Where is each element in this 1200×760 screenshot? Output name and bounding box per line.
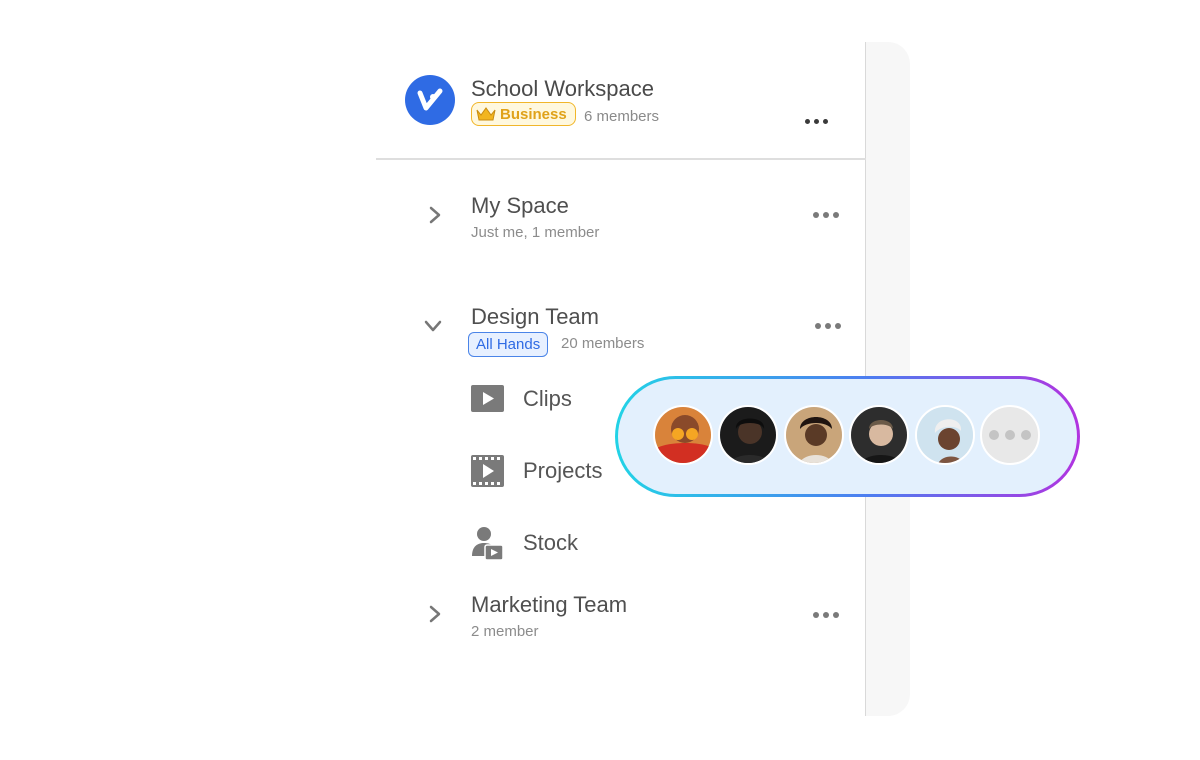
space-title-my-space[interactable]: My Space (471, 193, 569, 219)
space-subtitle-design-team: 20 members (561, 335, 645, 352)
avatar-4[interactable] (849, 405, 909, 465)
stock-item[interactable]: Stock (523, 530, 578, 556)
space-title-marketing-team[interactable]: Marketing Team (471, 592, 627, 618)
all-hands-badge: All Hands (468, 332, 549, 357)
header-divider (376, 158, 866, 160)
workspace-more-button[interactable] (805, 119, 828, 124)
space-subtitle-my-space: Just me, 1 member (471, 224, 600, 241)
workspace-members: 6 members (584, 108, 660, 125)
clips-item[interactable]: Clips (523, 386, 572, 412)
avatar-3[interactable] (784, 405, 844, 465)
plan-badge-label: Business (500, 105, 567, 123)
chevron-down-icon[interactable] (424, 317, 442, 335)
avatar-1[interactable] (653, 405, 713, 465)
plan-badge: Business (471, 102, 576, 126)
crown-icon (476, 107, 496, 121)
chevron-right-icon[interactable] (426, 206, 444, 224)
space-title-design-team[interactable]: Design Team (471, 304, 599, 330)
chevron-right-icon[interactable] (426, 605, 444, 623)
more-dots-icon[interactable] (980, 405, 1040, 465)
film-icon (471, 455, 504, 487)
workspace-title: School Workspace (471, 76, 655, 101)
marketing-team-more-button[interactable] (813, 612, 839, 618)
workspace-logo-icon[interactable] (405, 75, 455, 125)
play-icon (471, 385, 504, 412)
avatar-2[interactable] (718, 405, 778, 465)
stock-person-icon (472, 527, 503, 560)
avatar-5[interactable] (915, 405, 975, 465)
space-subtitle-marketing-team: 2 member (471, 623, 539, 640)
my-space-more-button[interactable] (813, 212, 839, 218)
design-team-more-button[interactable] (815, 323, 841, 329)
projects-item[interactable]: Projects (523, 458, 602, 484)
